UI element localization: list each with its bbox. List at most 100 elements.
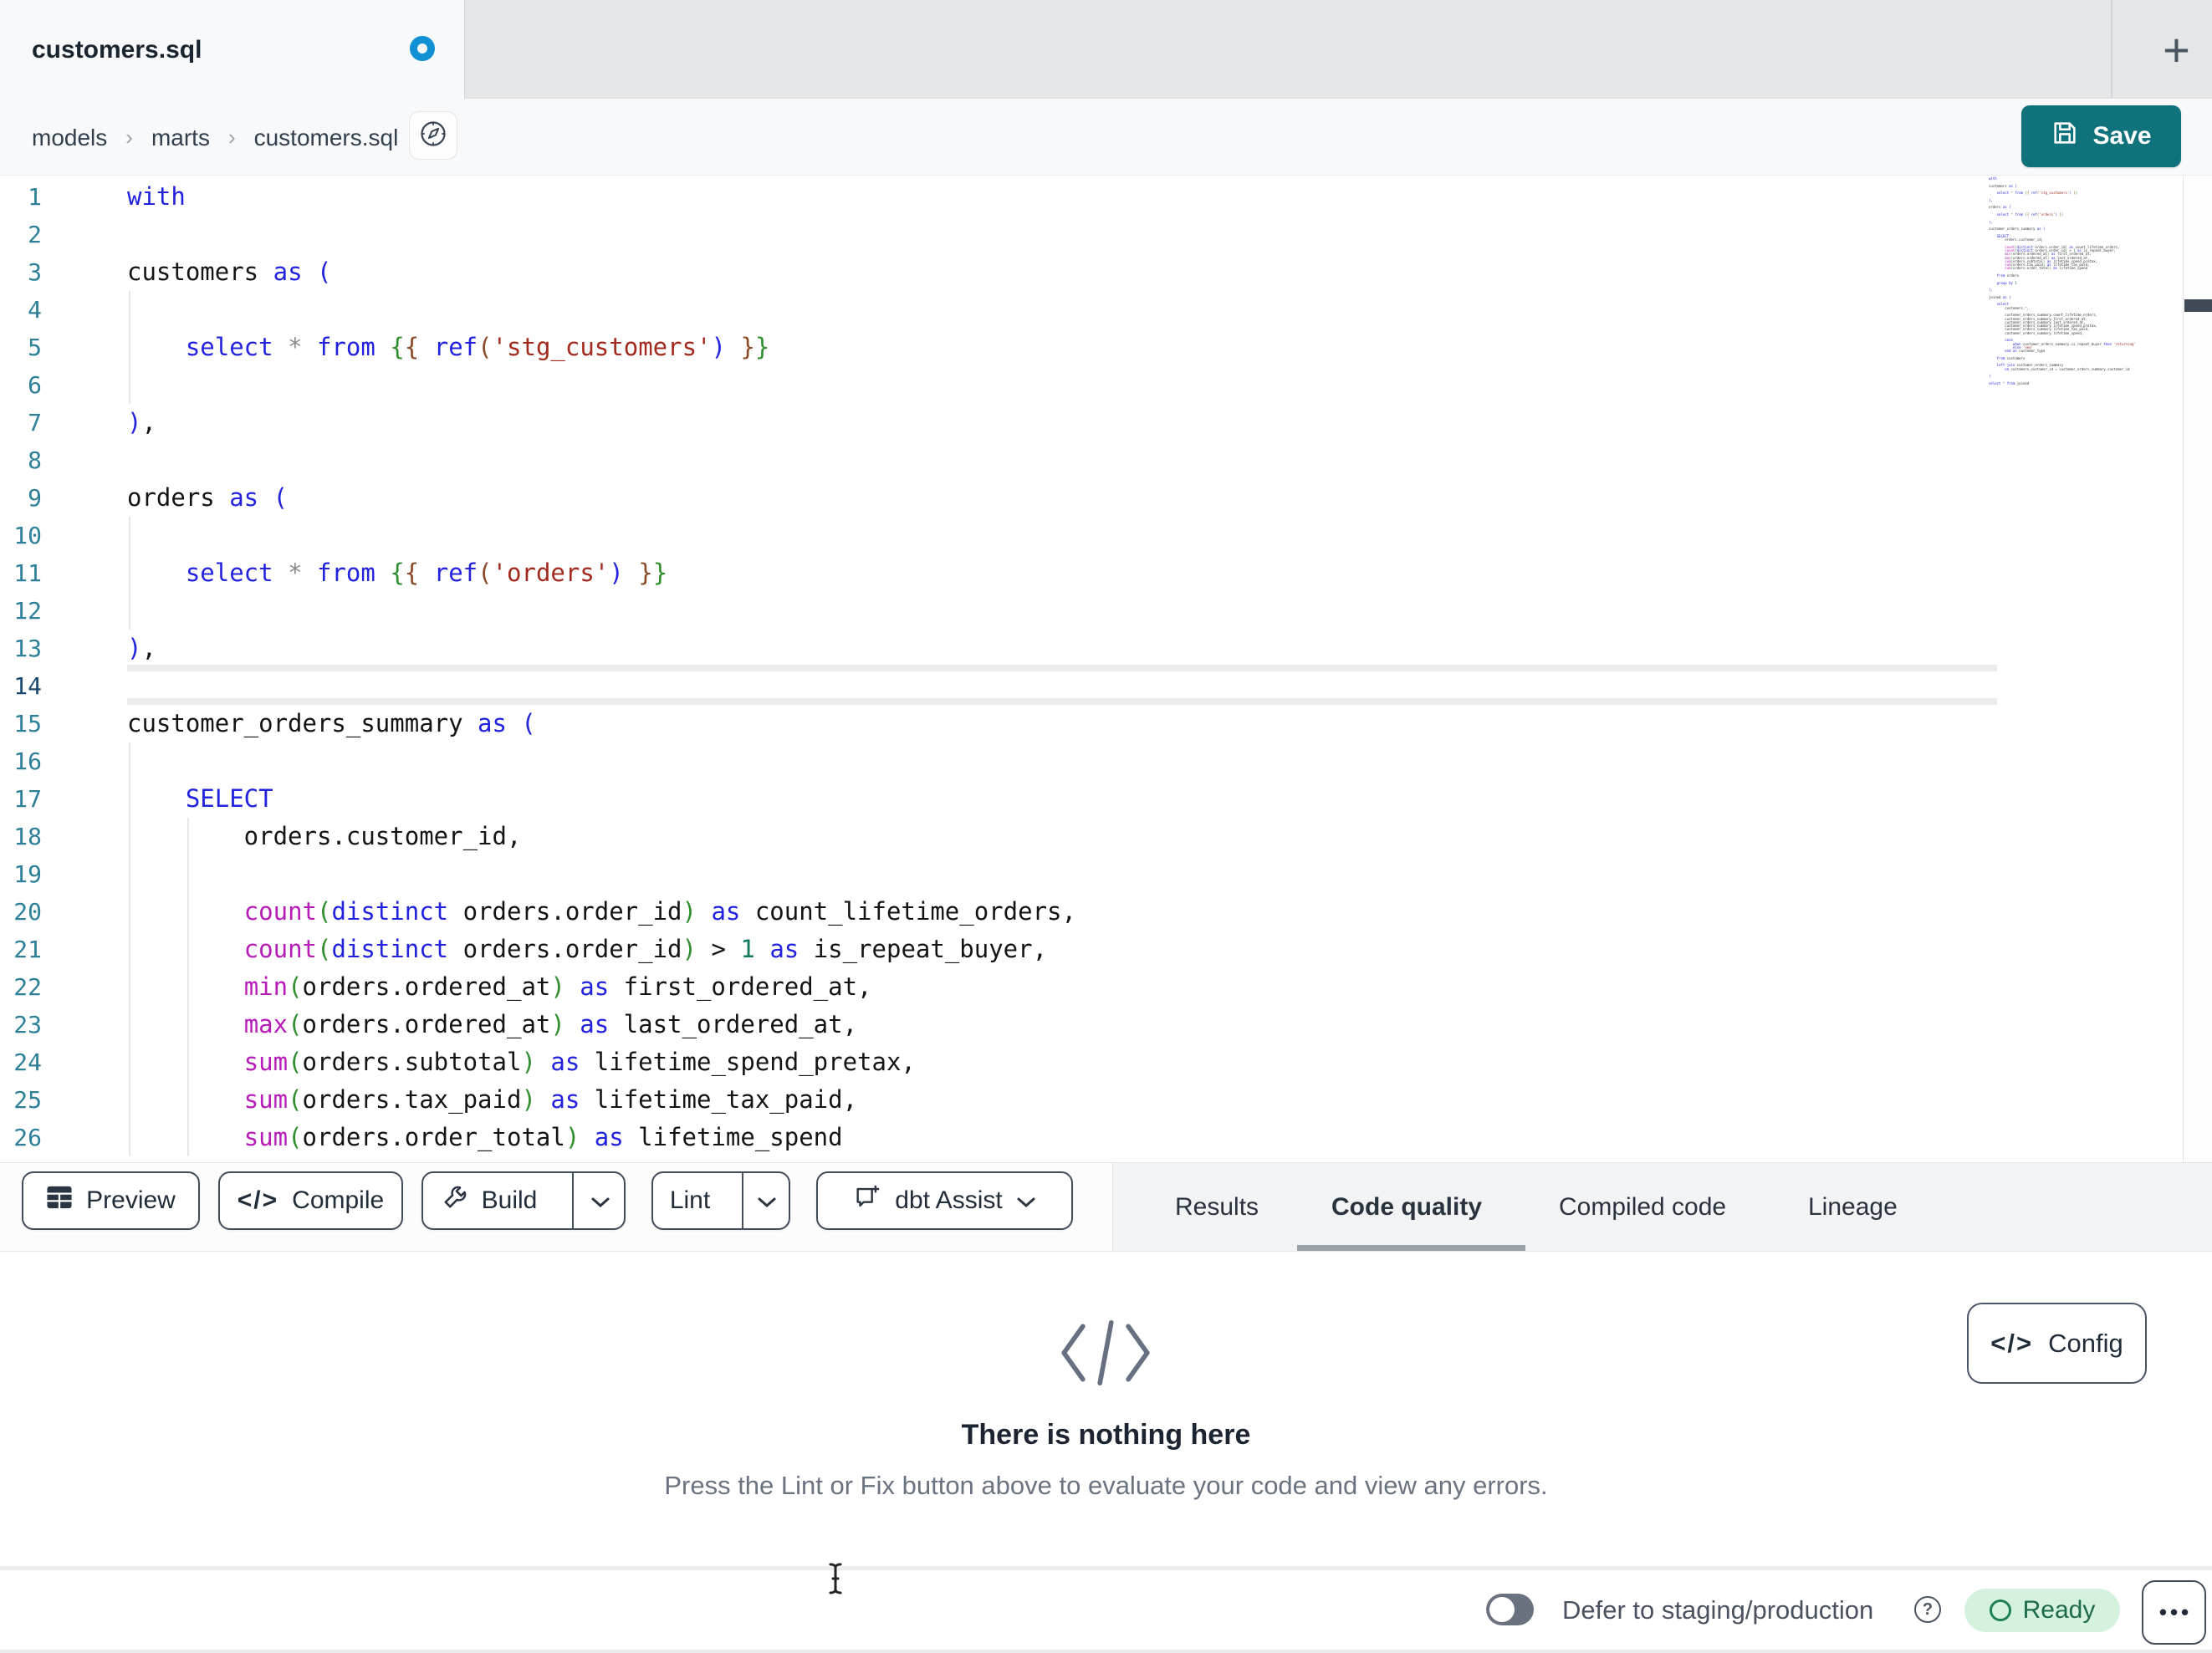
code-line[interactable]	[127, 216, 1076, 253]
help-icon[interactable]: ?	[1914, 1596, 1941, 1623]
build-button-label: Build	[481, 1186, 538, 1214]
line-number: 19	[13, 860, 42, 888]
config-button-label: Config	[2048, 1328, 2123, 1358]
code-line[interactable]: max(orders.ordered_at) as last_ordered_a…	[127, 1006, 1076, 1043]
breadcrumb-separator: ›	[125, 125, 133, 150]
code-line[interactable]: orders.customer_id,	[127, 818, 1076, 855]
empty-state-code-icon	[1055, 1317, 1156, 1393]
line-number: 13	[13, 635, 42, 662]
code-line[interactable]: ),	[127, 630, 1076, 667]
lint-button-main[interactable]: Lint	[651, 1173, 728, 1228]
code-line[interactable]: customer_orders_summary as (	[127, 705, 1076, 742]
tabbar-divider	[2111, 0, 2112, 99]
tab-results-label: Results	[1175, 1192, 1259, 1221]
scrollbar-thumb[interactable]	[2184, 299, 2212, 312]
line-number: 24	[13, 1048, 42, 1076]
chevron-down-icon	[1016, 1186, 1036, 1215]
breadcrumb-item-marts[interactable]: marts	[151, 125, 210, 151]
line-number: 14	[13, 672, 42, 700]
code-line[interactable]: sum(orders.tax_paid) as lifetime_tax_pai…	[127, 1081, 1076, 1119]
dbt-assist-button-label: dbt Assist	[895, 1186, 1003, 1214]
code-line[interactable]	[127, 592, 1076, 630]
floppy-disk-icon	[2051, 119, 2079, 154]
line-number: 2	[28, 221, 42, 248]
code-line[interactable]: select * from {{ ref('orders') }}	[127, 554, 1076, 592]
tab-compiled-code[interactable]: Compiled code	[1559, 1163, 1726, 1251]
line-number-gutter: 1 2 3 4 5 6 7 8 9 10 11 12 13 14 15 16 17 18 19 20 21 22 23 24 2…	[0, 178, 42, 1156]
line-number: 21	[13, 936, 42, 963]
code-area[interactable]: with customers as ( select * from {{ ref(…	[127, 178, 1076, 1156]
toolbar: Preview </> Compile Build Lint dbt Assis…	[0, 1162, 2212, 1252]
table-icon	[46, 1185, 73, 1217]
build-button[interactable]: Build	[421, 1171, 626, 1230]
line-number: 9	[28, 484, 42, 512]
code-line[interactable]: orders as (	[127, 479, 1076, 517]
config-button[interactable]: </> Config	[1967, 1303, 2147, 1384]
code-line[interactable]: select * from {{ ref('stg_customers') }}	[127, 329, 1076, 366]
code-line[interactable]: count(distinct orders.order_id) > 1 as i…	[127, 931, 1076, 968]
new-tab-button[interactable]: +	[2141, 0, 2212, 99]
code-line[interactable]	[127, 742, 1076, 780]
code-line[interactable]	[127, 291, 1076, 329]
line-number: 16	[13, 747, 42, 775]
breadcrumb-item-models[interactable]: models	[32, 125, 107, 151]
code-line[interactable]: ),	[127, 404, 1076, 441]
tab-code-quality[interactable]: Code quality	[1331, 1163, 1482, 1251]
code-line[interactable]	[127, 366, 1076, 404]
code-line[interactable]: min(orders.ordered_at) as first_ordered_…	[127, 968, 1076, 1006]
code-line[interactable]	[127, 441, 1076, 479]
preview-button[interactable]: Preview	[22, 1171, 200, 1230]
code-line[interactable]	[127, 667, 1076, 705]
compile-button[interactable]: </> Compile	[218, 1171, 403, 1230]
line-number: 12	[13, 597, 42, 625]
file-navigate-button[interactable]	[409, 111, 457, 160]
more-options-button[interactable]: •••	[2142, 1580, 2206, 1645]
breadcrumb-item-customers-sql[interactable]: customers.sql	[254, 125, 399, 151]
code-line[interactable]: count(distinct orders.order_id) as count…	[127, 893, 1076, 931]
breadcrumb-bar: models › marts › customers.sql Save	[0, 99, 2212, 176]
code-icon: </>	[237, 1186, 279, 1214]
save-button[interactable]: Save	[2021, 105, 2181, 167]
line-number: 18	[13, 823, 42, 850]
code-line[interactable]: sum(orders.subtotal) as lifetime_spend_p…	[127, 1043, 1076, 1081]
defer-toggle[interactable]	[1486, 1594, 1534, 1625]
tab-customers-sql[interactable]: customers.sql	[0, 0, 465, 99]
save-button-label: Save	[2092, 122, 2152, 150]
line-number: 7	[28, 409, 42, 436]
unsaved-indicator-dot	[410, 36, 435, 61]
code-line[interactable]	[127, 517, 1076, 554]
tab-lineage-label: Lineage	[1808, 1192, 1898, 1221]
tab-results[interactable]: Results	[1175, 1163, 1259, 1251]
line-number: 5	[28, 334, 42, 361]
build-button-main[interactable]: Build	[420, 1173, 559, 1228]
code-line[interactable]	[127, 855, 1076, 893]
editor-scrollbar[interactable]	[2183, 176, 2212, 1162]
ready-status-label: Ready	[2022, 1596, 2096, 1624]
line-number: 22	[13, 973, 42, 1001]
line-number: 11	[13, 559, 42, 587]
tab-lineage[interactable]: Lineage	[1808, 1163, 1898, 1251]
breadcrumb-separator: ›	[227, 125, 236, 150]
code-line[interactable]: sum(orders.order_total) as lifetime_spen…	[127, 1119, 1076, 1156]
line-number: 4	[28, 296, 42, 324]
code-editor[interactable]: 1 2 3 4 5 6 7 8 9 10 11 12 13 14 15 16 17 18 19 20 21 22 23 24 2…	[0, 176, 2212, 1162]
chevron-down-icon	[757, 1186, 777, 1215]
assist-chat-icon	[853, 1183, 881, 1218]
breadcrumb: models › marts › customers.sql	[32, 99, 398, 176]
lint-dropdown-chevron[interactable]	[742, 1173, 790, 1228]
results-panel: There is nothing here Press the Lint or …	[0, 1252, 2212, 1566]
dbt-assist-button[interactable]: dbt Assist	[816, 1171, 1073, 1230]
code-line[interactable]: with	[127, 178, 1076, 216]
tab-code-quality-label: Code quality	[1331, 1192, 1483, 1221]
build-dropdown-chevron[interactable]	[572, 1173, 627, 1228]
active-tab-underline	[1297, 1245, 1525, 1251]
defer-label: Defer to staging/production	[1562, 1594, 1874, 1625]
text-cursor	[826, 1562, 846, 1599]
line-number: 8	[28, 446, 42, 474]
code-line[interactable]: customers as (	[127, 253, 1076, 291]
lint-button[interactable]: Lint	[651, 1171, 790, 1230]
minimap[interactable]: with customers as ( select * from {{ ref…	[1989, 176, 2136, 385]
line-number: 26	[13, 1124, 42, 1151]
code-line[interactable]: SELECT	[127, 780, 1076, 818]
compile-button-label: Compile	[292, 1186, 385, 1214]
